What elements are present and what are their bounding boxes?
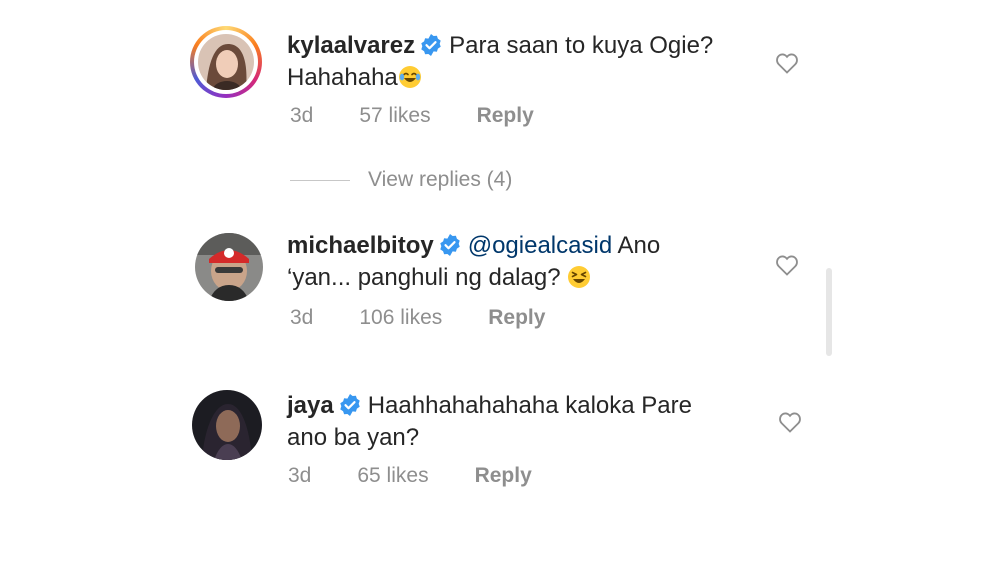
mention-link[interactable]: @ogiealcasid bbox=[468, 232, 612, 259]
comment-text: michaelbitoy @ogiealcasid Ano ‘yan... pan… bbox=[287, 230, 660, 294]
username[interactable]: kylaalvarez bbox=[287, 32, 415, 59]
comment-text: kylaalvarez Para saan to kuya Ogie? Hahah… bbox=[287, 30, 713, 94]
divider bbox=[290, 179, 350, 181]
comment-body-line1: Haahhahahahaha kaloka Pare bbox=[367, 392, 692, 419]
reply-button[interactable]: Reply bbox=[488, 306, 545, 329]
heart-icon[interactable] bbox=[778, 411, 802, 433]
comment-age: 3d bbox=[288, 464, 312, 487]
comment-body-line1: Para saan to kuya Ogie? bbox=[449, 32, 714, 59]
view-replies-label: View replies (4) bbox=[368, 168, 513, 191]
comment-body-line1: Ano bbox=[617, 232, 661, 259]
avatar[interactable] bbox=[195, 233, 263, 301]
laughing-emoji bbox=[567, 265, 591, 289]
comment-body-line2: Hahahaha bbox=[287, 64, 398, 91]
like-count[interactable]: 65 likes bbox=[357, 464, 428, 487]
view-replies-button[interactable]: View replies (4) bbox=[290, 166, 512, 194]
comment-age: 3d bbox=[290, 306, 314, 329]
like-count[interactable]: 57 likes bbox=[359, 104, 430, 127]
verified-badge-icon bbox=[419, 33, 443, 57]
reply-button[interactable]: Reply bbox=[475, 464, 532, 487]
like-count[interactable]: 106 likes bbox=[359, 306, 442, 329]
story-ring[interactable] bbox=[190, 26, 262, 98]
heart-icon[interactable] bbox=[775, 52, 799, 74]
heart-icon[interactable] bbox=[775, 254, 799, 276]
username[interactable]: jaya bbox=[287, 392, 334, 419]
verified-badge-icon bbox=[338, 393, 362, 417]
reply-button[interactable]: Reply bbox=[477, 104, 534, 127]
comment-age: 3d bbox=[290, 104, 314, 127]
comment-meta: 3d 57 likes Reply bbox=[290, 102, 580, 130]
comment-meta: 3d 106 likes Reply bbox=[290, 304, 591, 332]
avatar[interactable] bbox=[198, 34, 254, 90]
tears-of-joy-emoji bbox=[398, 65, 422, 89]
comment-body-line2: ano ba yan? bbox=[287, 424, 420, 451]
avatar[interactable] bbox=[192, 390, 262, 460]
username[interactable]: michaelbitoy bbox=[287, 232, 434, 259]
verified-badge-icon bbox=[438, 233, 462, 257]
scrollbar[interactable] bbox=[826, 268, 832, 356]
comment-body-line2: ‘yan... panghuli ng dalag? bbox=[287, 264, 561, 291]
comment-meta: 3d 65 likes Reply bbox=[288, 462, 578, 490]
comment-text: jaya Haahhahahahaha kaloka Pare ano ba ya… bbox=[287, 390, 692, 454]
